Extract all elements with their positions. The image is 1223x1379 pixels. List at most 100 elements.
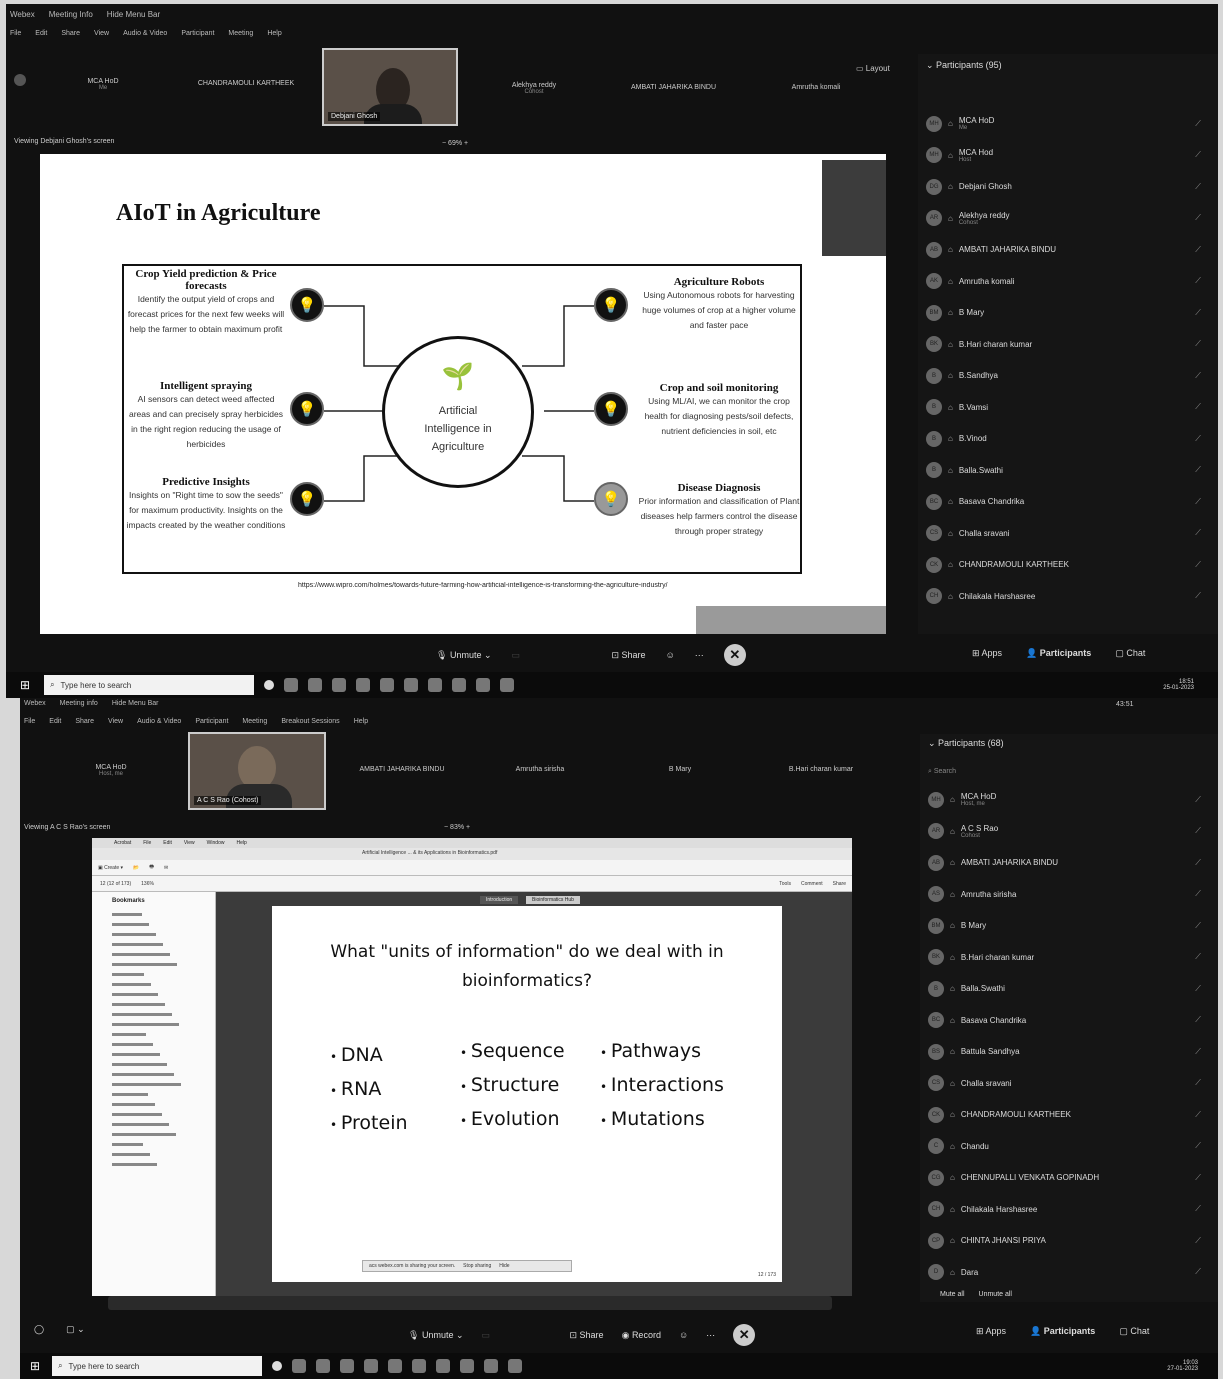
mute-status-icon[interactable]: ⟋: [1192, 921, 1204, 931]
app-icon[interactable]: [364, 1359, 379, 1373]
thumbnail-name[interactable]: CHANDRAMOULI KARTHEEK: [186, 80, 306, 87]
bookmark-item[interactable]: [112, 1102, 215, 1112]
mute-status-icon[interactable]: ⟋: [1192, 182, 1204, 192]
mute-status-icon[interactable]: ⟋: [1192, 1267, 1204, 1277]
acrobat-menu-item[interactable]: Edit: [163, 840, 172, 846]
share-button[interactable]: ⊡ Share: [612, 650, 646, 661]
comment-tab[interactable]: Comment: [801, 881, 823, 887]
thumbnail-name[interactable]: AMBATI JAHARIKA BINDU: [616, 84, 731, 91]
mute-status-icon[interactable]: ⟋: [1192, 1173, 1204, 1183]
bookmark-item[interactable]: [112, 1132, 215, 1142]
participant-row[interactable]: AR ⌂ A C S Rao Cohost ⟋: [920, 816, 1218, 847]
menu-meeting[interactable]: Meeting: [242, 718, 267, 725]
taskbar-search-input[interactable]: ⌕ Type here to search: [44, 675, 255, 695]
thumbnail-name[interactable]: Amrutha komali: [776, 84, 856, 91]
zoom-level[interactable]: − 83% +: [444, 824, 470, 831]
bookmark-item[interactable]: [112, 1152, 215, 1162]
thumbnail-name[interactable]: MCA HoD Me: [68, 78, 138, 91]
app-icon[interactable]: [476, 678, 491, 692]
mute-status-icon[interactable]: ⟋: [1192, 795, 1204, 805]
menu-meeting[interactable]: Meeting: [228, 30, 253, 37]
unmute-button[interactable]: 🎙 Unmute ⌄: [408, 1330, 464, 1341]
participant-row[interactable]: BC ⌂ Basava Chandrika ⟋: [918, 486, 1218, 517]
mute-status-icon[interactable]: ⟋: [1192, 952, 1204, 962]
mute-status-icon[interactable]: ⟋: [1192, 402, 1204, 412]
thumbnail-name[interactable]: AMBATI JAHARIKA BINDU: [346, 766, 458, 773]
mute-status-icon[interactable]: ⟋: [1192, 560, 1204, 570]
mute-status-icon[interactable]: ⟋: [1192, 1110, 1204, 1120]
bookmark-item[interactable]: [112, 952, 215, 962]
reactions-icon[interactable]: ☺: [666, 650, 675, 660]
bookmark-item[interactable]: [112, 992, 215, 1002]
mute-status-icon[interactable]: ⟋: [1192, 984, 1204, 994]
bookmark-item[interactable]: [112, 1142, 215, 1152]
menu-share[interactable]: Share: [75, 718, 94, 725]
more-icon[interactable]: ⋯: [706, 1330, 715, 1341]
app-icon[interactable]: [460, 1359, 475, 1373]
mute-status-icon[interactable]: ⟋: [1192, 245, 1204, 255]
participant-row[interactable]: MH ⌂ MCA HoD Host, me ⟋: [920, 784, 1218, 815]
stop-sharing-button[interactable]: Stop sharing: [463, 1263, 491, 1269]
page-number-field[interactable]: 12 (12 of 173): [100, 881, 131, 887]
mute-status-icon[interactable]: ⟋: [1192, 858, 1204, 868]
task-view-icon[interactable]: [292, 1359, 307, 1373]
participant-row[interactable]: C ⌂ Chandu ⟋: [920, 1131, 1218, 1162]
window-menu-item[interactable]: Meeting info: [60, 700, 98, 707]
participant-row[interactable]: BC ⌂ Basava Chandrika ⟋: [920, 1005, 1218, 1036]
participant-row[interactable]: BM ⌂ B Mary ⟋: [920, 910, 1218, 941]
zoom-field[interactable]: 136%: [141, 881, 154, 887]
mute-status-icon[interactable]: ⟋: [1192, 591, 1204, 601]
menu-share[interactable]: Share: [61, 30, 80, 37]
bookmark-item[interactable]: [112, 1022, 215, 1032]
task-view-icon[interactable]: [284, 678, 299, 692]
bookmark-item[interactable]: [112, 1002, 215, 1012]
thumbnail-name[interactable]: B Mary: [650, 766, 710, 773]
bookmark-item[interactable]: [112, 942, 215, 952]
zoom-level[interactable]: − 69% +: [442, 140, 468, 147]
leave-meeting-button[interactable]: ✕: [723, 644, 746, 666]
thumbnail-name[interactable]: MCA HoD Host, me: [76, 764, 146, 777]
app-icon[interactable]: [412, 1359, 427, 1373]
participant-row[interactable]: CS ⌂ Challa sravani ⟋: [920, 1068, 1218, 1099]
windows-start-icon[interactable]: ⊞: [20, 678, 30, 692]
mute-status-icon[interactable]: ⟋: [1192, 1047, 1204, 1057]
mute-status-icon[interactable]: ⟋: [1192, 213, 1204, 223]
app-icon[interactable]: [428, 678, 443, 692]
participant-row[interactable]: AS ⌂ Amrutha sirisha ⟋: [920, 879, 1218, 910]
share-tab[interactable]: Share: [833, 881, 846, 887]
windows-start-icon[interactable]: ⊞: [30, 1359, 40, 1373]
participant-row[interactable]: D ⌂ Dara ⟋: [920, 1257, 1218, 1288]
bookmark-item[interactable]: [112, 932, 215, 942]
participant-row[interactable]: CP ⌂ CHINTA JHANSI PRIYA ⟋: [920, 1225, 1218, 1256]
menu-edit[interactable]: Edit: [35, 30, 47, 37]
participants-button[interactable]: 👤 Participants: [1030, 1326, 1095, 1337]
chat-button[interactable]: ▢ Chat: [1115, 648, 1145, 659]
window-menu-item[interactable]: Meeting Info: [49, 10, 93, 19]
menu-file[interactable]: File: [10, 30, 21, 37]
acrobat-menu-item[interactable]: Acrobat: [114, 840, 131, 846]
acrobat-menu-item[interactable]: View: [184, 840, 195, 846]
layout-button[interactable]: ▭ Layout: [856, 64, 890, 73]
participant-row[interactable]: B ⌂ Balla.Swathi ⟋: [920, 973, 1218, 1004]
tools-tab[interactable]: Tools: [779, 881, 791, 887]
taskbar-clock[interactable]: 19:03 27-01-2023: [1167, 1360, 1198, 1372]
bookmark-item[interactable]: [112, 1082, 215, 1092]
window-menu-item[interactable]: Webex: [10, 10, 35, 19]
app-icon[interactable]: [388, 1359, 403, 1373]
active-speaker-video[interactable]: A C S Rao (Cohost): [188, 732, 326, 810]
bookmark-item[interactable]: [112, 982, 215, 992]
acrobat-menu-item[interactable]: Window: [207, 840, 225, 846]
thumbnail-name[interactable]: Alekhya reddy Cohost: [494, 82, 574, 95]
thumbnail-name[interactable]: Amrutha sirisha: [500, 766, 580, 773]
mute-status-icon[interactable]: ⟋: [1192, 371, 1204, 381]
app-icon[interactable]: [340, 1359, 355, 1373]
participant-row[interactable]: CK ⌂ CHANDRAMOULI KARTHEEK ⟋: [920, 1099, 1218, 1130]
mute-status-icon[interactable]: ⟋: [1192, 150, 1204, 160]
participants-button[interactable]: 👤 Participants: [1026, 648, 1091, 659]
menu-audio-video[interactable]: Audio & Video: [137, 718, 181, 725]
mute-status-icon[interactable]: ⟋: [1192, 826, 1204, 836]
participant-row[interactable]: B ⌂ B.Vamsi ⟋: [918, 392, 1218, 423]
chrome-icon[interactable]: [308, 678, 323, 692]
menu-view[interactable]: View: [108, 718, 123, 725]
record-button[interactable]: ◉ Record: [622, 1330, 661, 1341]
